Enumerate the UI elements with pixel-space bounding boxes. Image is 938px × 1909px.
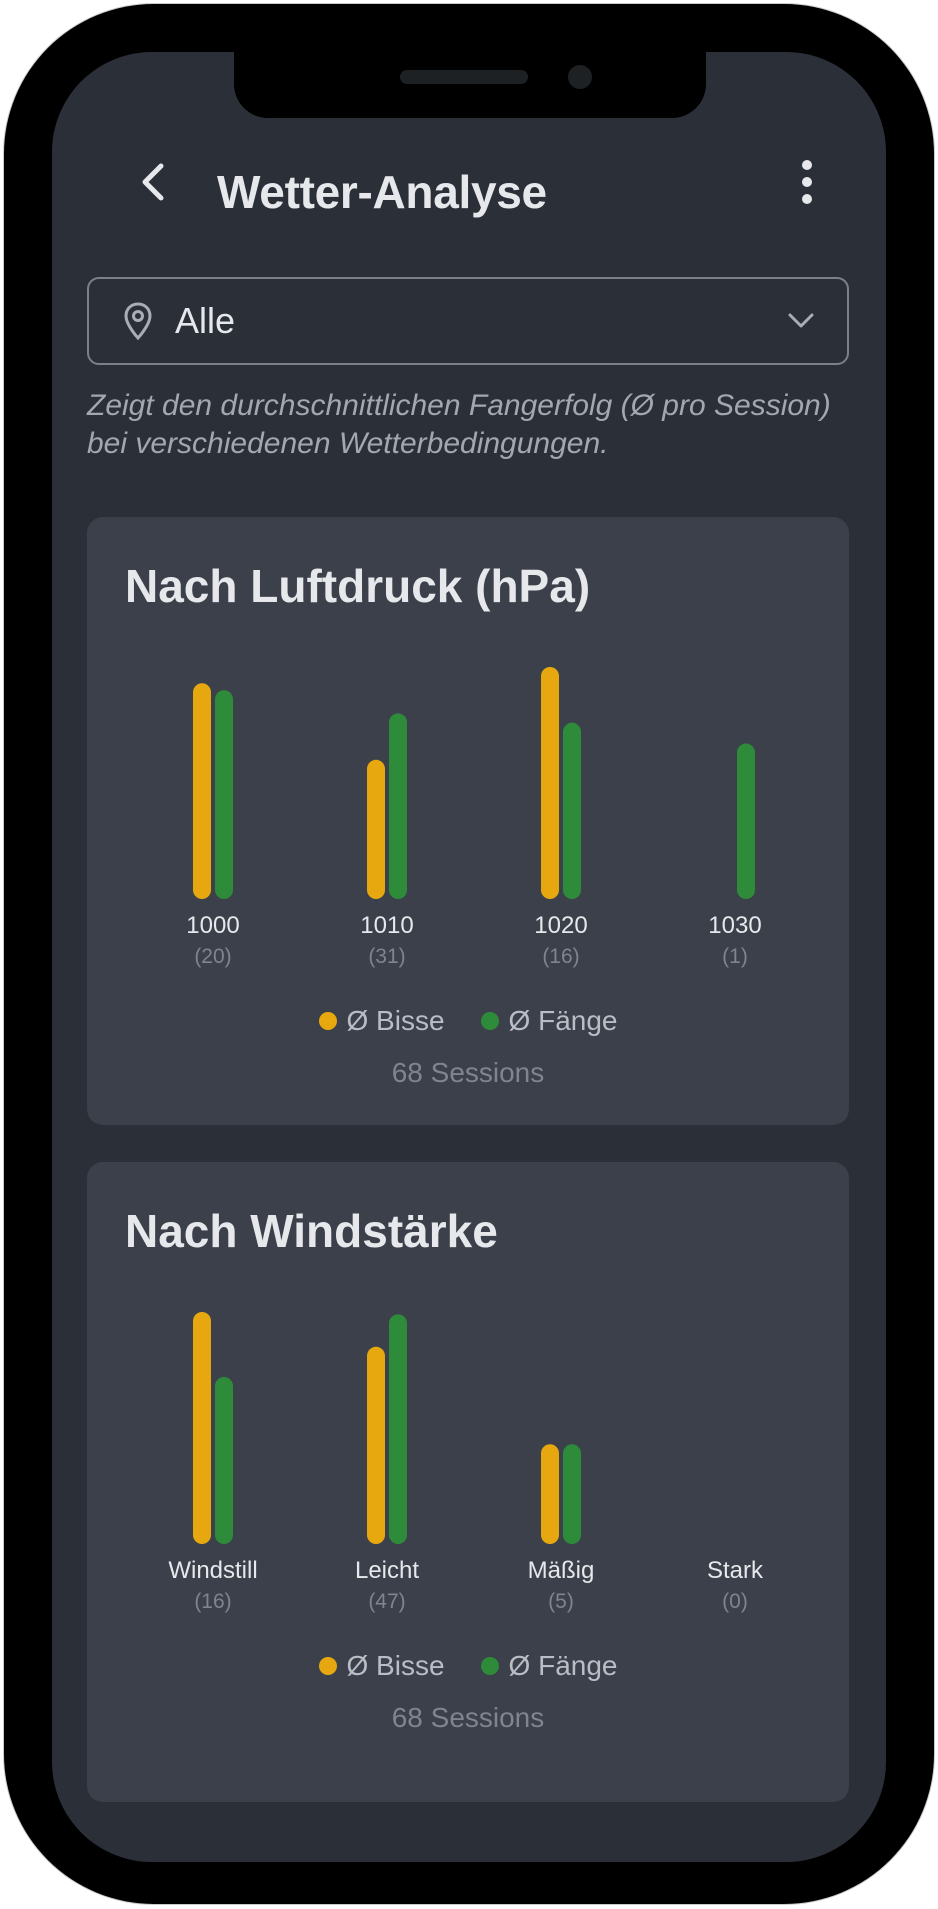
- legend-bites-dot: [318, 1012, 337, 1030]
- location-select-value: Alle: [175, 300, 236, 341]
- wind-category-label-3: Stark: [707, 1557, 764, 1584]
- page-title: Wetter-Analyse: [217, 166, 547, 218]
- description-text: Zeigt den durchschnittlichen Fangerfolg …: [87, 389, 831, 460]
- app-screen: Wetter-Analyse Alle Zeigt den durchschni…: [52, 52, 886, 1862]
- legend-item-bites: Ø Bisse: [318, 1005, 445, 1037]
- wind-category-label-2: Mäßig: [528, 1557, 595, 1584]
- wind-session-count-3: (0): [722, 1590, 748, 1613]
- wind-session-count-2: (5): [548, 1590, 574, 1613]
- legend-item-catches: Ø Fänge: [480, 1650, 618, 1682]
- pressure-session-count-1: (31): [368, 945, 405, 968]
- pressure-category-label-0: 1000: [186, 912, 239, 939]
- legend-catches-dot: [480, 1012, 499, 1030]
- pressure-category-label-3: 1030: [708, 912, 761, 939]
- back-button[interactable]: [117, 142, 187, 222]
- phone-notch: [234, 52, 706, 118]
- wind-bar-catches-0: [215, 1376, 233, 1544]
- pressure-session-count-3: (1): [722, 945, 748, 968]
- phone-camera: [568, 65, 592, 89]
- pressure-category-label-1: 1010: [360, 912, 413, 939]
- wind-legend: Ø Bisse Ø Fänge: [87, 1650, 849, 1682]
- wind-bar-catches-2: [563, 1444, 581, 1544]
- pressure-bar-catches-2: [563, 722, 581, 899]
- map-pin-icon: [124, 302, 152, 341]
- wind-bar-bites-0: [193, 1312, 211, 1544]
- location-select[interactable]: Alle: [87, 277, 849, 365]
- wind-bar-bites-1: [367, 1346, 385, 1544]
- pressure-card: Nach Luftdruck (hPa) 1000 (20) 1010 (31) 102…: [87, 517, 849, 1125]
- pressure-sessions-count: 68 Sessions: [391, 1057, 545, 1088]
- phone-speaker: [400, 70, 528, 84]
- more-vertical-icon: [802, 160, 812, 204]
- legend-item-bites: Ø Bisse: [318, 1650, 445, 1682]
- wind-session-count-1: (47): [368, 1590, 405, 1613]
- legend-item-catches: Ø Fänge: [480, 1005, 618, 1037]
- wind-sessions-count: 68 Sessions: [391, 1702, 545, 1733]
- legend-bites-label: Ø Bisse: [346, 1005, 445, 1036]
- pressure-session-count-2: (16): [542, 945, 579, 968]
- wind-card: Nach Windstärke Windstill (16) Leicht (47) M…: [87, 1162, 849, 1802]
- legend-bites-dot: [318, 1657, 337, 1675]
- pressure-session-count-0: (20): [194, 945, 231, 968]
- wind-bar-catches-1: [389, 1314, 407, 1544]
- legend-catches-label: Ø Fänge: [508, 1005, 618, 1036]
- wind-session-count-0: (16): [194, 1590, 231, 1613]
- pressure-bar-catches-1: [389, 713, 407, 899]
- legend-catches-label: Ø Fänge: [508, 1650, 618, 1681]
- pressure-category-label-2: 1020: [534, 912, 587, 939]
- legend-catches-dot: [480, 1657, 499, 1675]
- chevron-left-icon: [142, 163, 164, 201]
- pressure-bar-catches-0: [215, 690, 233, 899]
- pressure-bar-bites-1: [367, 759, 385, 899]
- pressure-bar-bites-2: [541, 667, 559, 899]
- wind-category-label-0: Windstill: [168, 1557, 257, 1584]
- pressure-bar-catches-3: [737, 743, 755, 899]
- pressure-bar-bites-0: [193, 683, 211, 899]
- wind-bar-bites-2: [541, 1444, 559, 1544]
- chevron-down-icon: [788, 313, 814, 328]
- pressure-legend: Ø Bisse Ø Fänge: [87, 1005, 849, 1037]
- wind-category-label-1: Leicht: [355, 1557, 419, 1584]
- more-options-button[interactable]: [772, 142, 842, 222]
- legend-bites-label: Ø Bisse: [346, 1650, 445, 1681]
